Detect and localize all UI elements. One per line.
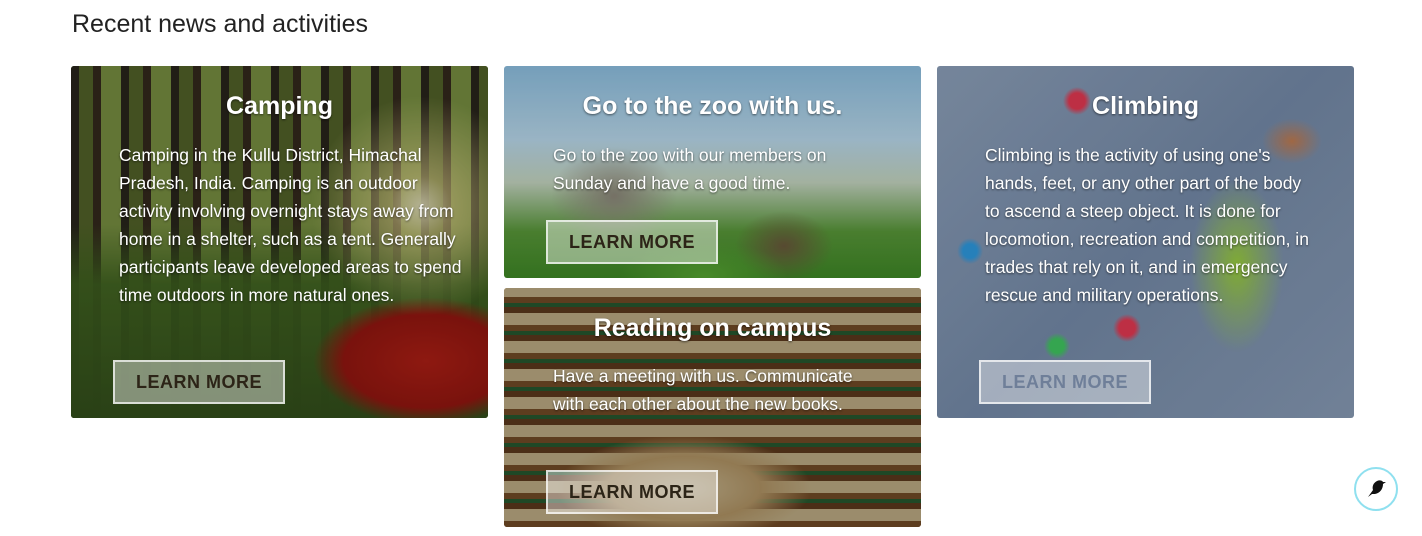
card-description: Have a meeting with us. Communicate with… xyxy=(553,366,853,414)
news-card-camping: Camping Camping in the Kullu District, H… xyxy=(71,66,488,418)
section-title: Recent news and activities xyxy=(72,10,368,38)
bird-icon xyxy=(1368,480,1386,497)
news-card-reading: Reading on campus Have a meeting with us… xyxy=(504,288,921,527)
learn-more-button[interactable]: LEARN MORE xyxy=(979,360,1151,404)
card-title: Go to the zoo with us. xyxy=(582,92,843,120)
floating-chat-button[interactable] xyxy=(1354,467,1398,511)
learn-more-button[interactable]: LEARN MORE xyxy=(113,360,285,404)
card-title: Climbing xyxy=(1092,92,1199,120)
learn-more-button[interactable]: LEARN MORE xyxy=(546,470,718,514)
card-description: Go to the zoo with our members on Sunday… xyxy=(553,145,827,193)
card-description: Climbing is the activity of using one's … xyxy=(985,145,1309,305)
card-title: Reading on campus xyxy=(593,314,832,342)
learn-more-button[interactable]: LEARN MORE xyxy=(546,220,718,264)
card-title: Camping xyxy=(226,92,333,120)
news-card-climbing: Climbing Climbing is the activity of usi… xyxy=(937,66,1354,418)
news-card-zoo: Go to the zoo with us. Go to the zoo wit… xyxy=(504,66,921,278)
card-description: Camping in the Kullu District, Himachal … xyxy=(119,145,462,305)
